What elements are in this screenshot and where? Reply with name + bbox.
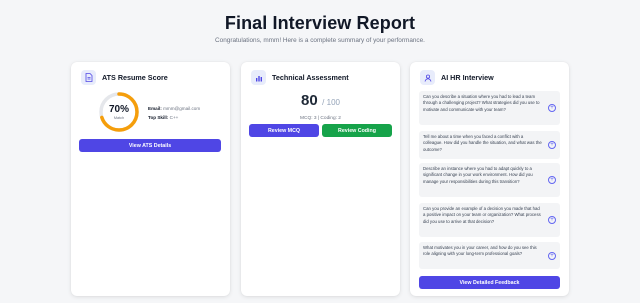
bar-chart-icon bbox=[251, 70, 266, 85]
technical-score: 80 bbox=[301, 92, 318, 109]
technical-max: / 100 bbox=[322, 98, 340, 107]
expand-icon[interactable]: + bbox=[548, 104, 556, 112]
document-icon bbox=[81, 70, 96, 85]
hr-question-text: Can you provide an example of a decision… bbox=[423, 206, 541, 224]
expand-icon[interactable]: + bbox=[548, 141, 556, 149]
top-skill-label: Top Skill: bbox=[148, 115, 169, 120]
hr-question-item[interactable]: Tell me about a time when you faced a co… bbox=[419, 131, 560, 159]
review-mcq-button[interactable]: Review MCQ bbox=[249, 124, 319, 137]
hr-interview-card: AI HR Interview Can you describe a situa… bbox=[410, 62, 569, 296]
hr-title: AI HR Interview bbox=[441, 73, 494, 82]
email-value: mmm@gmail.com bbox=[163, 106, 201, 111]
ats-title: ATS Resume Score bbox=[102, 73, 168, 82]
hr-question-text: Can you describe a situation where you h… bbox=[423, 94, 540, 112]
hr-question-text: Describe an instance where you had to ad… bbox=[423, 166, 533, 184]
ats-score-value: 70% bbox=[108, 104, 129, 115]
technical-breakdown: MCQ: 3 | Coding: 2 bbox=[300, 116, 341, 121]
ats-info: Email: mmm@gmail.com Top Skill: C++ bbox=[148, 104, 200, 122]
hr-question-text: What motivates you in your career, and h… bbox=[423, 245, 537, 257]
expand-icon[interactable]: + bbox=[548, 251, 556, 260]
page-subtitle: Congratulations, mmm! Here is a complete… bbox=[215, 37, 425, 44]
expand-icon[interactable]: + bbox=[548, 176, 556, 184]
ats-card: ATS Resume Score 70% Match Email: mmm@gm… bbox=[71, 62, 230, 296]
technical-title: Technical Assessment bbox=[272, 73, 349, 82]
page-title: Final Interview Report bbox=[224, 13, 416, 33]
technical-card: Technical Assessment 80 / 100 MCQ: 3 | C… bbox=[241, 62, 400, 296]
view-ats-details-button[interactable]: View ATS Details bbox=[79, 139, 221, 152]
hr-question-item[interactable]: Can you provide an example of a decision… bbox=[419, 203, 560, 237]
review-coding-button[interactable]: Review Coding bbox=[322, 124, 392, 137]
top-skill-value: C++ bbox=[169, 115, 179, 120]
hr-question-item[interactable]: Can you describe a situation where you h… bbox=[419, 91, 560, 125]
hr-question-item[interactable]: What motivates you in your career, and h… bbox=[419, 242, 560, 269]
user-icon bbox=[420, 70, 435, 85]
expand-icon[interactable]: + bbox=[548, 216, 556, 224]
ats-score-label: Match bbox=[113, 116, 125, 120]
hr-question-text: Tell me about a time when you faced a co… bbox=[423, 134, 542, 152]
hr-question-item[interactable]: Describe an instance where you had to ad… bbox=[419, 163, 560, 197]
email-label: Email: bbox=[148, 106, 162, 111]
view-detailed-feedback-button[interactable]: View Detailed Feedback bbox=[419, 276, 560, 289]
